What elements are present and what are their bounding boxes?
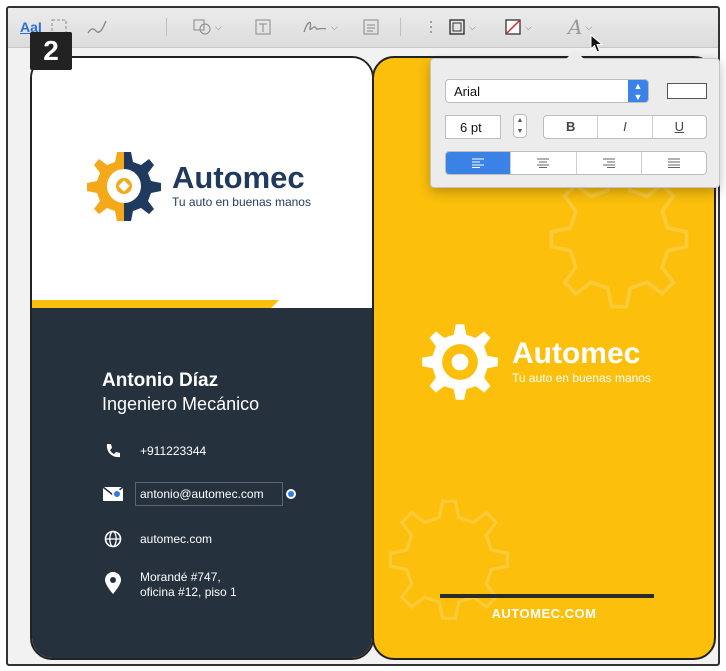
more-tool[interactable] bbox=[428, 16, 434, 38]
globe-icon bbox=[102, 530, 124, 548]
font-size-value: 6 pt bbox=[460, 120, 482, 135]
pen-sketch-icon bbox=[87, 20, 107, 34]
phone-row: +911223344 bbox=[102, 442, 206, 460]
selection-handle-left[interactable] bbox=[112, 489, 122, 499]
chevron-down-icon: ⌵ bbox=[331, 21, 338, 32]
address-row: Morandé #747, oficina #12, piso 1 bbox=[102, 570, 237, 600]
border-style-icon bbox=[449, 19, 465, 35]
font-size-stepper[interactable]: ▲ ▼ bbox=[513, 114, 527, 138]
text-color-well[interactable] bbox=[667, 83, 707, 99]
website-text[interactable]: automec.com bbox=[140, 532, 212, 546]
chevron-down-icon: ⌵ bbox=[585, 21, 593, 32]
signature-icon bbox=[303, 21, 327, 33]
font-family-select[interactable]: Arial ▲ ▼ bbox=[445, 79, 649, 103]
back-brand-name: Automec bbox=[512, 337, 641, 370]
align-right-button[interactable] bbox=[577, 152, 642, 174]
select-arrows-icon[interactable]: ▲ ▼ bbox=[628, 80, 648, 102]
front-logo: Automec Tu auto en buenas manos bbox=[84, 146, 311, 226]
italic-button[interactable]: I bbox=[598, 116, 653, 138]
chevron-down-icon: ⌵ bbox=[215, 21, 222, 32]
align-justify-icon bbox=[667, 158, 680, 168]
align-center-icon bbox=[537, 158, 550, 168]
back-logo: Automec Tu auto en buenas manos bbox=[418, 320, 651, 404]
toolbar-divider bbox=[166, 18, 167, 36]
align-center-button[interactable] bbox=[511, 152, 577, 174]
underline-button[interactable]: U bbox=[653, 116, 706, 138]
phone-text[interactable]: +911223344 bbox=[140, 444, 206, 458]
gear-logo-icon bbox=[87, 152, 161, 221]
front-brand-name: Automec bbox=[172, 160, 305, 195]
mouse-cursor-icon bbox=[590, 34, 604, 53]
email-text[interactable]: antonio@automec.com bbox=[140, 487, 264, 501]
gear-logo-icon bbox=[422, 324, 498, 400]
signature-tool[interactable]: ⌵ bbox=[302, 16, 338, 38]
note-tool[interactable] bbox=[362, 16, 380, 38]
back-tagline: Tu auto en buenas manos bbox=[512, 371, 651, 385]
website-row: automec.com bbox=[102, 530, 212, 548]
note-icon bbox=[363, 19, 379, 35]
vertical-dots-icon bbox=[430, 21, 432, 33]
shapes-tool[interactable]: ⌵ bbox=[192, 16, 222, 38]
text-style-buttons: B I U bbox=[543, 115, 707, 139]
address-line-2[interactable]: oficina #12, piso 1 bbox=[140, 585, 237, 600]
text-box-icon bbox=[255, 19, 271, 35]
text-box-tool[interactable] bbox=[254, 16, 272, 38]
markup-toolbar: AaI ⌵ ⌵ ⌵ ⌵ A ⌵ bbox=[8, 8, 718, 48]
text-style-tool[interactable]: A ⌵ bbox=[568, 15, 593, 39]
fill-color-icon bbox=[505, 19, 521, 35]
selection-handle-right[interactable] bbox=[285, 489, 296, 499]
phone-icon bbox=[102, 442, 124, 460]
back-url[interactable]: AUTOMEC.COM bbox=[374, 606, 714, 621]
back-divider-bar bbox=[440, 594, 654, 598]
chevron-down-icon: ⌵ bbox=[469, 21, 476, 32]
align-left-icon bbox=[472, 158, 485, 168]
font-family-value: Arial bbox=[454, 84, 481, 99]
business-card-front: Automec Tu auto en buenas manos Antonio … bbox=[30, 56, 374, 660]
font-settings-popover: Arial ▲ ▼ 6 pt ▲ ▼ B I U bbox=[430, 58, 720, 188]
popover-arrow bbox=[566, 50, 584, 59]
fill-color-tool[interactable]: ⌵ bbox=[504, 16, 532, 38]
address-line-1[interactable]: Morandé #747, bbox=[140, 570, 237, 585]
bold-button[interactable]: B bbox=[544, 116, 599, 138]
shapes-icon bbox=[193, 19, 211, 35]
chevron-down-icon: ⌵ bbox=[525, 21, 532, 32]
map-pin-icon bbox=[102, 570, 124, 594]
font-a-icon: A bbox=[568, 15, 583, 39]
font-size-field[interactable]: 6 pt bbox=[445, 115, 501, 139]
person-name[interactable]: Antonio Díaz bbox=[102, 370, 218, 392]
sketch-tool[interactable] bbox=[86, 16, 108, 38]
email-text-box[interactable]: antonio@automec.com bbox=[112, 482, 296, 506]
person-title[interactable]: Ingeniero Mecánico bbox=[102, 394, 259, 415]
align-justify-button[interactable] bbox=[642, 152, 706, 174]
alignment-buttons bbox=[445, 151, 707, 175]
toolbar-divider bbox=[400, 18, 401, 36]
align-left-button[interactable] bbox=[446, 152, 512, 174]
border-style-tool[interactable]: ⌵ bbox=[448, 16, 476, 38]
step-number-badge: 2 bbox=[30, 32, 72, 70]
email-row: antonio@automec.com bbox=[102, 482, 296, 506]
background-gear-icon bbox=[549, 169, 689, 309]
front-tagline: Tu auto en buenas manos bbox=[172, 195, 311, 209]
align-right-icon bbox=[602, 158, 615, 168]
